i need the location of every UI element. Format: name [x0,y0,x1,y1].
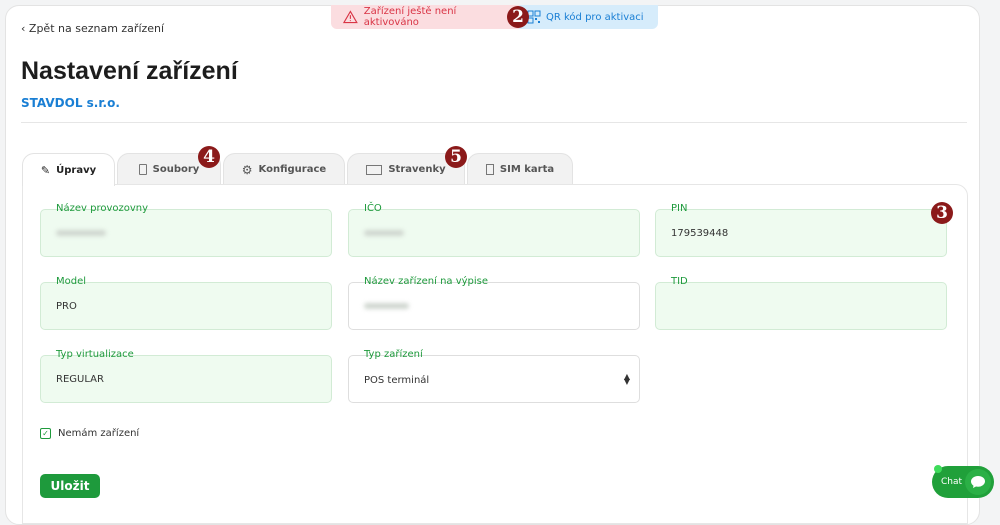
tab-label: Soubory [152,164,200,175]
annotation-marker: 5 [445,146,467,168]
field-label: Typ virtualizace [52,349,138,360]
tid-field[interactable]: TID [655,276,947,330]
divider [21,122,967,123]
page-title: Nastavení zařízení [21,57,238,85]
field-label: Název provozovny [52,203,153,214]
qr-link-text: QR kód pro aktivaci [546,11,644,23]
typ-virtualizace-field[interactable]: Typ virtualizace REGULAR [40,349,332,403]
edit-icon: ✎ [40,163,51,177]
select-arrows-icon: ▲ ▼ [623,372,630,386]
tab-label: Stravenky [388,164,446,175]
field-label: Typ zařízení [360,349,427,360]
back-link[interactable]: ‹ Zpět na seznam zařízení [21,22,164,35]
field-label: TID [667,276,692,287]
field-value: PRO [56,301,77,312]
file-icon [138,164,147,175]
annotation-marker: 3 [931,202,953,224]
checkbox-checked-icon: ✓ [40,428,51,439]
field-value: POS terminál [364,375,430,386]
tray-icon [366,164,383,175]
field-label: Model [52,276,91,287]
blurred-value [364,303,409,309]
field-label: PIN [667,203,692,214]
tab-bar: ✎ Úpravy Soubory ⚙ Konfigurace Stravenky S… [22,153,575,186]
activation-banner: Zařízení ještě není aktivováno QR kód pr… [331,5,658,29]
typ-zarizeni-select[interactable]: Typ zařízení POS terminál ▲ ▼ [348,349,640,403]
field-value: REGULAR [56,374,104,385]
ico-field[interactable]: IČO [348,203,640,257]
chat-bubble-icon [965,469,991,495]
tab-upravy[interactable]: ✎ Úpravy [22,153,115,186]
sim-card-icon [485,164,494,175]
online-indicator [934,465,942,473]
tab-label: Konfigurace [258,164,327,175]
blurred-value [364,230,404,236]
company-name: STAVDOL s.r.o. [21,96,120,110]
save-button[interactable]: Uložit [40,474,100,498]
field-label: Název zařízení na výpise [360,276,493,287]
model-field[interactable]: Model PRO [40,276,332,330]
qr-code-icon [527,10,541,24]
warning-text: Zařízení ještě není aktivováno [363,6,457,28]
pin-field[interactable]: PIN 179539448 [655,203,947,257]
annotation-marker: 4 [198,146,220,168]
tab-sim-karta[interactable]: SIM karta [467,153,573,185]
field-value: 179539448 [671,228,729,239]
qr-code-link[interactable]: QR kód pro aktivaci [519,5,658,29]
tab-label: SIM karta [499,164,555,175]
warning-icon [343,10,358,24]
field-label: IČO [360,203,386,214]
tab-label: Úpravy [56,164,97,176]
checkbox-label: Nemám zařízení [58,428,140,439]
tab-konfigurace[interactable]: ⚙ Konfigurace [223,153,345,185]
chat-label: Chat [941,477,963,487]
gear-icon: ⚙ [241,162,253,177]
nazev-zarizeni-vypis-field[interactable]: Název zařízení na výpise [348,276,640,330]
annotation-marker: 2 [507,6,529,28]
blurred-value [56,230,106,236]
chat-button[interactable]: Chat [932,465,994,498]
nazev-provozovny-field[interactable]: Název provozovny [40,203,332,257]
not-activated-warning: Zařízení ještě není aktivováno [331,5,519,29]
back-link-label: Zpět na seznam zařízení [28,22,165,35]
nemam-zarizeni-checkbox[interactable]: ✓ Nemám zařízení [40,428,139,439]
